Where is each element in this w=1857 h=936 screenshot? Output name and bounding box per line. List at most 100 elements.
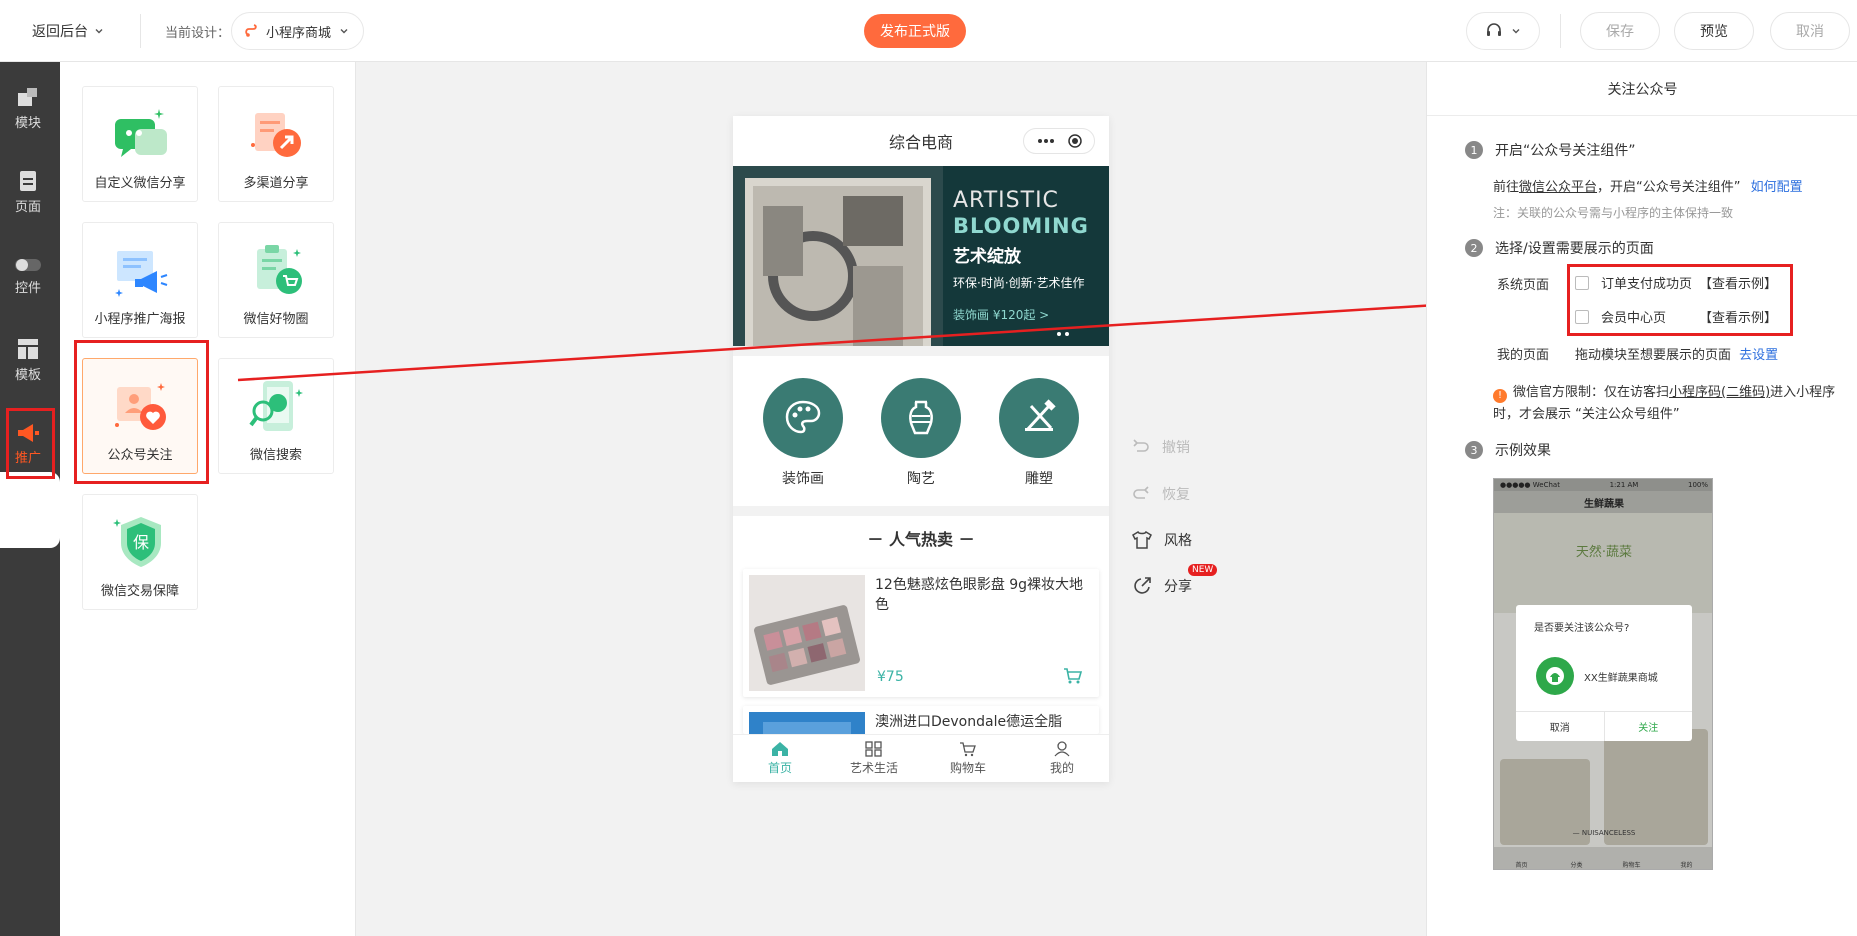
component-card-wechat-share[interactable]: 自定义微信分享 (82, 86, 198, 202)
component-card-promo-poster[interactable]: 小程序推广海报 (82, 222, 198, 338)
wechat-platform-link[interactable]: 微信公众平台 (1519, 180, 1597, 195)
warning-icon: ! (1493, 389, 1507, 403)
category-label: 雕塑 (1025, 471, 1053, 487)
share-label: 分享 (1164, 579, 1192, 595)
step-title: 选择/设置需要展示的页面 (1495, 241, 1654, 257)
step-number: 1 (1465, 141, 1483, 159)
status-text: 1:21 AM (1609, 481, 1639, 489)
wechat-share-icon (115, 109, 167, 157)
category-label: 陶艺 (907, 471, 935, 487)
tab-cart[interactable]: 购物车 (921, 735, 1015, 782)
go-setting-link[interactable]: 去设置 (1739, 348, 1778, 363)
trade-guarantee-icon: 保 (113, 517, 161, 567)
grid-icon (865, 741, 882, 757)
panel-title: 关注公众号 (1427, 62, 1857, 116)
save-button[interactable]: 保存 (1580, 12, 1660, 50)
dialog-buttons: 取消 关注 (1516, 711, 1692, 741)
nav-item-template[interactable]: 模板 (0, 324, 56, 396)
component-card-multi-channel-share[interactable]: 多渠道分享 (218, 86, 334, 202)
dialog-cancel: 取消 (1516, 712, 1605, 741)
category-decorative-painting[interactable]: 装饰画 (753, 378, 853, 488)
design-selector[interactable]: 小程序商城 (231, 12, 365, 50)
banner-link[interactable]: 装饰画 ¥120起 > (953, 306, 1049, 323)
component-label: 微信交易保障 (100, 584, 179, 599)
undo-button[interactable]: 撤销 (1132, 437, 1190, 457)
home-icon (772, 742, 788, 756)
step-number: 2 (1465, 239, 1483, 257)
banner-line-1: ARTISTIC (953, 188, 1059, 213)
divider (1560, 14, 1561, 48)
divider (733, 346, 1109, 356)
component-card-trade-guarantee[interactable]: 保 微信交易保障 (82, 494, 198, 610)
qr-code-link[interactable]: 小程序码(二维码) (1669, 385, 1770, 400)
cancel-button[interactable]: 取消 (1770, 12, 1850, 50)
banner[interactable]: ARTISTIC BLOOMING 艺术绽放 环保·时尚·创新·艺术佳作 装饰画… (733, 166, 1109, 346)
nav-item-module[interactable]: 模块 (0, 72, 56, 144)
mini-program-icon (245, 24, 257, 37)
svg-text:保: 保 (133, 533, 149, 552)
redo-icon (1133, 486, 1149, 499)
component-panel: 自定义微信分享 多渠道分享 小程序推广海报 微信好物圈 公众号关注 微信搜索 保… (60, 62, 356, 936)
publish-button[interactable]: 发布正式版 (864, 14, 966, 48)
redo-label: 恢复 (1162, 487, 1190, 503)
example-tab-bar: 首页 分类 购物车 我的 (1494, 847, 1712, 869)
share-button[interactable]: 分享 NEW (1132, 564, 1218, 596)
wechat-limit-note: ! 微信官方限制：仅在访客扫小程序码(二维码)进入小程序 时，才会展示 “关注公众… (1493, 382, 1843, 426)
desc-text: ，开启“公众号关注组件” (1597, 180, 1741, 195)
example-tab: 购物车 (1622, 862, 1641, 869)
customer-support-dropdown[interactable] (1466, 12, 1540, 50)
highlight-box (74, 340, 209, 484)
my-page-desc: 拖动模块至想要展示的页面 去设置 (1575, 344, 1778, 363)
palette-icon (785, 400, 821, 434)
component-card-wechat-search[interactable]: 微信搜索 (218, 358, 334, 474)
chevron-down-icon (1512, 29, 1520, 34)
product-card[interactable]: 澳洲进口Devondale德运全脂 (743, 706, 1099, 734)
more-icon (1037, 139, 1054, 143)
chevron-down-icon (95, 29, 103, 34)
chevron-down-icon (340, 29, 348, 34)
page-icon (20, 170, 36, 191)
back-label: 返回后台 (32, 24, 88, 40)
example-status-bar: ●●●●● WeChat 1:21 AM 100% (1494, 479, 1712, 491)
product-price: ¥75 (877, 669, 904, 685)
divider (140, 14, 141, 48)
redo-button[interactable]: 恢复 (1132, 484, 1190, 504)
tshirt-icon (1132, 531, 1152, 549)
highlight-box (6, 408, 55, 479)
tab-mine[interactable]: 我的 (1015, 735, 1109, 782)
tab-label: 首页 (767, 761, 792, 775)
how-to-configure-link[interactable]: 如何配置 (1751, 180, 1803, 195)
cart-icon (960, 742, 976, 757)
toggle-icon (15, 258, 41, 271)
close-target-icon (1067, 134, 1082, 148)
hot-sale-title: － 人气热卖 － (867, 530, 975, 549)
wechat-search-icon (249, 381, 303, 431)
example-hero (1494, 513, 1712, 613)
preview-button[interactable]: 预览 (1674, 12, 1754, 50)
step-1-note: 注：关联的公众号需与小程序的主体保持一致 (1493, 206, 1734, 220)
component-card-wechat-goods-circle[interactable]: 微信好物圈 (218, 222, 334, 338)
example-caption: — NUISANCELESS (1572, 829, 1636, 837)
user-icon (1054, 741, 1070, 757)
category-sculpture[interactable]: 雕塑 (989, 378, 1089, 488)
category-ceramics[interactable]: 陶艺 (871, 378, 971, 488)
example-hero-text: 天然·蔬菜 (1575, 545, 1633, 560)
tab-home[interactable]: 首页 (733, 735, 827, 782)
style-button[interactable]: 风格 (1132, 530, 1192, 550)
carousel-dots (1057, 332, 1069, 336)
headset-icon (1487, 23, 1501, 36)
add-to-cart-icon[interactable] (1063, 667, 1083, 685)
nav-item-control[interactable]: 控件 (0, 240, 56, 312)
new-badge: NEW (1188, 564, 1218, 576)
step-title: 示例效果 (1495, 443, 1551, 459)
nav-label: 控件 (14, 280, 41, 296)
tab-art-life[interactable]: 艺术生活 (827, 735, 921, 782)
phone-tab-bar: 首页 艺术生活 购物车 我的 (733, 734, 1109, 782)
back-to-admin-dropdown[interactable]: 返回后台 (32, 21, 104, 41)
example-tab: 分类 (1570, 862, 1583, 869)
undo-icon (1133, 439, 1149, 452)
tab-label: 艺术生活 (849, 761, 898, 775)
product-card[interactable]: 12色魅惑炫色眼影盘 9g裸妆大地色 ¥75 (743, 569, 1099, 697)
banner-line-2: BLOOMING (953, 214, 1089, 238)
nav-item-page[interactable]: 页面 (0, 156, 56, 228)
